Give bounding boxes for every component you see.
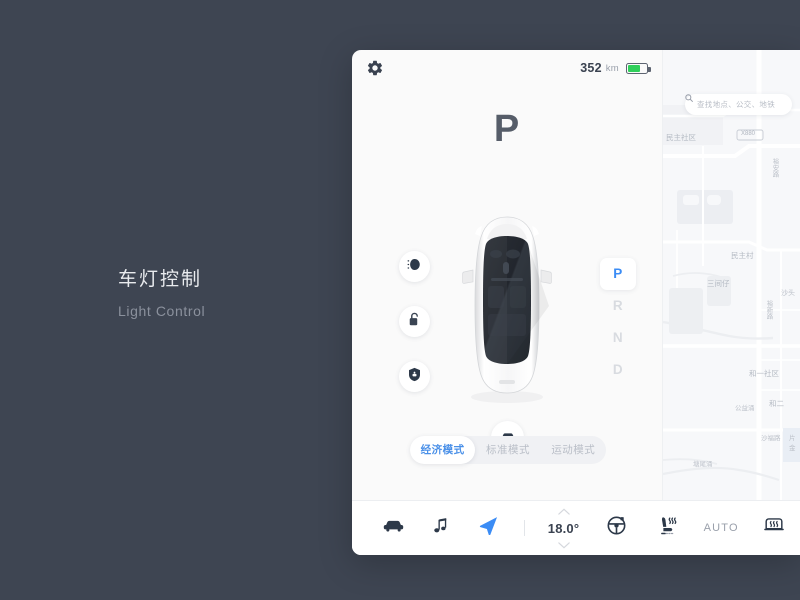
map-label: X880 — [741, 131, 756, 137]
car-icon — [383, 519, 404, 537]
vehicle-illustration — [455, 214, 560, 404]
caption-block: 车灯控制 Light Control — [118, 266, 205, 321]
map-label: 片金 — [789, 435, 796, 452]
map-label: 和二 — [769, 399, 784, 408]
defrost-icon — [763, 517, 784, 539]
map-label-group: 民主社区 X880 民主村 三间仔 沙头 和一社区 公益涌 和二 塘尾涌 沙福路… — [663, 50, 800, 500]
temperature-value: 18.0° — [547, 520, 580, 536]
gear-icon[interactable] — [366, 59, 384, 77]
range-unit: km — [605, 62, 619, 74]
drive-mode-eco[interactable]: 经济模式 — [410, 436, 476, 464]
dock-defrost-button[interactable] — [747, 517, 800, 539]
charge-icon — [408, 367, 421, 387]
gear-selector[interactable]: P R N D — [600, 258, 636, 386]
heated-seat-icon — [659, 516, 678, 540]
dock-steering-button[interactable] — [590, 516, 643, 540]
chevron-up-icon[interactable] — [537, 507, 590, 515]
gear-option-r[interactable]: R — [600, 290, 636, 322]
chevron-down-icon[interactable] — [537, 541, 590, 549]
lock-icon — [408, 312, 421, 332]
headlight-icon — [407, 258, 422, 276]
vehicle-stage: P P R N D 经济模式 标准模式 运动模式 — [352, 86, 662, 500]
battery-fill — [628, 64, 640, 72]
drive-mode-selector[interactable]: 经济模式 标准模式 运动模式 — [410, 436, 606, 464]
gear-display: P — [493, 108, 521, 150]
map-label: 裕新路 — [765, 300, 772, 320]
map-label: 沙头 — [781, 290, 795, 297]
status-bar: 352 km — [352, 50, 662, 86]
gear-option-p[interactable]: P — [600, 258, 636, 290]
map-label: 沙福路 — [761, 435, 781, 442]
dock-heated-seat-button[interactable] — [642, 516, 695, 540]
charge-button[interactable] — [399, 361, 430, 392]
screen: 车灯控制 Light Control 352 km P P R N D 经济模式… — [0, 0, 800, 600]
map-search-bar[interactable]: 查找地点、公交、地铁 — [685, 94, 792, 115]
map-label: 塘尾涌 — [693, 461, 713, 468]
navigate-icon — [479, 516, 498, 540]
lock-button[interactable] — [399, 306, 430, 337]
music-icon — [434, 517, 448, 539]
drive-mode-standard[interactable]: 标准模式 — [475, 436, 540, 464]
map-label: 裕安路 — [771, 158, 778, 178]
gear-option-d[interactable]: D — [600, 354, 636, 386]
battery-icon — [626, 62, 651, 74]
dock-divider — [524, 520, 526, 536]
drive-mode-sport[interactable]: 运动模式 — [541, 436, 606, 464]
car-hmi-panel: 352 km P P R N D 经济模式 标准模式 运动模式 民主社区 X88… — [352, 50, 800, 555]
map-label: 民主社区 — [666, 133, 696, 142]
map-label: 和一社区 — [749, 369, 779, 378]
steering-wheel-icon — [607, 516, 626, 540]
dock-auto-label[interactable]: AUTO — [695, 522, 748, 534]
caption-title-cn: 车灯控制 — [118, 269, 203, 290]
bottom-dock: 18.0° AUTO — [352, 500, 800, 555]
map-label: 三间仔 — [707, 279, 730, 288]
map-label: 民主村 — [731, 251, 754, 260]
map-label: 公益涌 — [735, 405, 755, 412]
headlight-button[interactable] — [399, 251, 430, 282]
map-search-placeholder: 查找地点、公交、地铁 — [697, 100, 775, 109]
dock-navigation-button[interactable] — [465, 516, 512, 540]
dock-temperature-control[interactable]: 18.0° — [537, 507, 590, 549]
gear-option-n[interactable]: N — [600, 322, 636, 354]
map-pane[interactable]: 民主社区 X880 民主村 三间仔 沙头 和一社区 公益涌 和二 塘尾涌 沙福路… — [662, 50, 800, 500]
caption-title-en: Light Control — [118, 303, 206, 319]
dock-music-button[interactable] — [417, 517, 464, 539]
dock-car-button[interactable] — [370, 519, 417, 537]
range-value: 352 — [580, 61, 602, 75]
